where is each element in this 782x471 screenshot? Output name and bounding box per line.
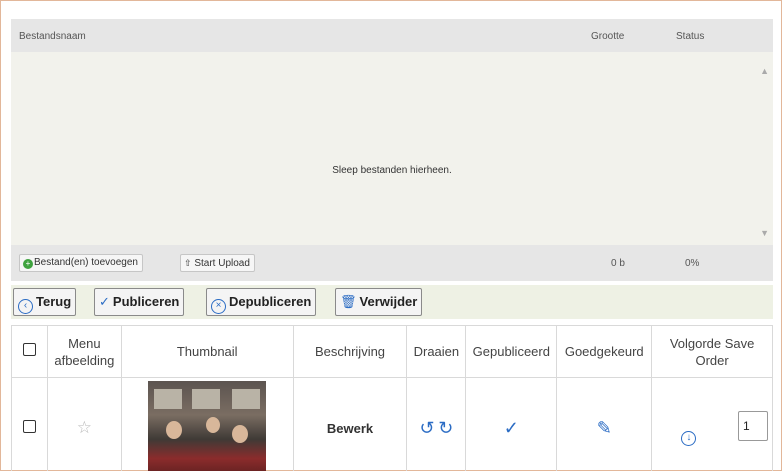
back-button[interactable]: ‹ Terug bbox=[13, 288, 77, 316]
publish-button[interactable]: ✓ Publiceren bbox=[94, 288, 185, 316]
order-cell: ↓ bbox=[651, 377, 773, 471]
published-cell: ✓ bbox=[465, 377, 558, 471]
total-size: 0 b bbox=[611, 258, 625, 269]
images-table: Menu afbeelding Thumbnail Beschrijving D… bbox=[11, 325, 773, 471]
select-all-checkbox[interactable] bbox=[22, 343, 36, 356]
action-toolbar: ‹ Terug ✓ Publiceren × Depubliceren 🗑 Verwij… bbox=[11, 285, 773, 319]
rotate-left-icon[interactable]: ↺ bbox=[419, 418, 434, 438]
size-column-header: Grootte bbox=[591, 31, 625, 42]
add-files-button[interactable]: + Bestand(en) toevoegen bbox=[19, 254, 143, 272]
select-all-header bbox=[11, 325, 48, 378]
x-circle-icon: × bbox=[211, 299, 226, 314]
published-header[interactable]: Gepubliceerd bbox=[465, 325, 558, 378]
plus-circle-icon: + bbox=[23, 259, 33, 269]
table-header-row: Menu afbeelding Thumbnail Beschrijving D… bbox=[11, 325, 773, 378]
filename-column-header: Bestandsnaam bbox=[19, 31, 86, 42]
description-cell: Bewerk bbox=[292, 377, 408, 471]
drop-zone-text: Sleep bestanden hierheen. bbox=[332, 165, 452, 176]
row-select-cell bbox=[11, 377, 48, 471]
thumbnail-image[interactable] bbox=[148, 381, 267, 471]
scroll-up-icon[interactable]: ▲ bbox=[760, 66, 769, 76]
thumbnail-header[interactable]: Thumbnail bbox=[120, 325, 294, 378]
approved-header[interactable]: Goedgekeurd bbox=[556, 325, 653, 378]
edit-icon[interactable]: ✎ bbox=[597, 418, 612, 438]
row-checkbox[interactable] bbox=[22, 420, 36, 433]
scroll-down-icon[interactable]: ▼ bbox=[760, 228, 769, 238]
description-header[interactable]: Beschrijving bbox=[292, 325, 408, 378]
rotate-right-icon[interactable]: ↻ bbox=[438, 418, 453, 438]
check-icon: ✓ bbox=[99, 294, 110, 309]
upload-arrow-icon: ⇧ bbox=[184, 258, 192, 268]
drop-zone[interactable]: ▲ Sleep bestanden hierheen. ▼ bbox=[11, 52, 773, 245]
unpublish-label: Depubliceren bbox=[229, 294, 312, 309]
edit-description-link[interactable]: Bewerk bbox=[327, 421, 373, 436]
arrow-down-circle-icon[interactable]: ↓ bbox=[681, 430, 697, 446]
file-uploader: Bestandsnaam Grootte Status ▲ Sleep best… bbox=[11, 19, 773, 281]
rotate-cell: ↺ ↻ bbox=[406, 377, 467, 471]
back-label: Terug bbox=[36, 294, 72, 309]
check-icon[interactable]: ✓ bbox=[504, 418, 519, 438]
order-header[interactable]: Volgorde Save Order bbox=[651, 325, 773, 378]
order-input[interactable] bbox=[738, 410, 768, 441]
approved-cell: ✎ bbox=[556, 377, 653, 471]
arrow-left-circle-icon: ‹ bbox=[18, 299, 33, 314]
total-percent: 0% bbox=[685, 258, 700, 269]
menu-image-cell: ☆ bbox=[46, 377, 122, 471]
rotate-header: Draaien bbox=[406, 325, 467, 378]
trash-icon: 🗑 bbox=[340, 294, 357, 309]
add-files-label: Bestand(en) toevoegen bbox=[34, 257, 138, 268]
status-column-header: Status bbox=[676, 31, 705, 42]
start-upload-button[interactable]: ⇧ Start Upload bbox=[180, 254, 255, 272]
uploader-footer: + Bestand(en) toevoegen ⇧ Start Upload 0 … bbox=[11, 245, 773, 281]
menu-image-header[interactable]: Menu afbeelding bbox=[46, 325, 122, 378]
thumbnail-cell bbox=[120, 377, 294, 471]
unpublish-button[interactable]: × Depubliceren bbox=[206, 288, 317, 316]
star-icon[interactable]: ☆ bbox=[77, 418, 92, 437]
media-manager-frame: Bestandsnaam Grootte Status ▲ Sleep best… bbox=[0, 0, 782, 471]
start-upload-label: Start Upload bbox=[194, 258, 250, 269]
uploader-header: Bestandsnaam Grootte Status bbox=[11, 19, 773, 52]
delete-label: Verwijder bbox=[359, 294, 418, 309]
table-row: ☆ Bewerk ↺ ↻ ✓ ✎ ↓ 1 bbox=[11, 377, 773, 471]
publish-label: Publiceren bbox=[112, 294, 180, 309]
delete-button[interactable]: 🗑 Verwijder bbox=[335, 288, 423, 316]
